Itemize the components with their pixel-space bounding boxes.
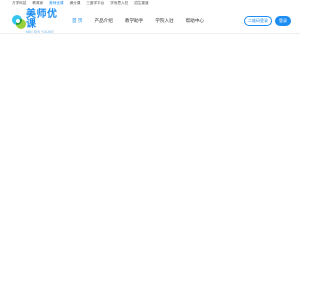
logo-text: 美师优课 MEI SHI YOUKE <box>26 8 62 34</box>
logo-icon <box>12 15 26 29</box>
top-link-entry[interactable]: 学而思入驻 <box>110 2 128 6</box>
top-link-recruit[interactable]: 招生渠道 <box>134 2 148 6</box>
brand-logo[interactable]: 美师优课 MEI SHI YOUKE <box>12 8 62 34</box>
top-link-wanxue[interactable]: 万学科技 <box>12 2 26 6</box>
top-link-manfenke[interactable]: 满分课 <box>70 2 81 6</box>
nav-item-home[interactable]: 首 页 <box>72 18 82 24</box>
nav-item-teaching-assistant[interactable]: 教学助手 <box>125 18 143 24</box>
main-nav: 首 页 产品介绍 教学助手 学院入驻 帮助中心 <box>72 16 204 26</box>
top-link-platform[interactable]: 三度学平台 <box>86 2 104 6</box>
top-link-meishiyouke[interactable]: 美师优课 <box>49 2 63 6</box>
logo-name-en: MEI SHI YOUKE <box>26 29 54 34</box>
nav-item-help-center[interactable]: 帮助中心 <box>186 18 204 24</box>
page: 万学科技 教育家 美师优课 满分课 三度学平台 学而思入驻 招生渠道 美师优课 … <box>0 0 300 300</box>
top-link-jiaoyujia[interactable]: 教育家 <box>32 2 43 6</box>
nav-item-products[interactable]: 产品介绍 <box>94 18 112 24</box>
logo-name-cn: 美师优课 <box>26 8 58 30</box>
qr-login-button[interactable]: 二维码登录 <box>244 16 272 26</box>
nav-item-school-entry[interactable]: 学院入驻 <box>155 18 173 24</box>
top-links-bar: 万学科技 教育家 美师优课 满分课 三度学平台 学而思入驻 招生渠道 <box>0 0 300 8</box>
login-button[interactable]: 登录 <box>275 16 291 26</box>
